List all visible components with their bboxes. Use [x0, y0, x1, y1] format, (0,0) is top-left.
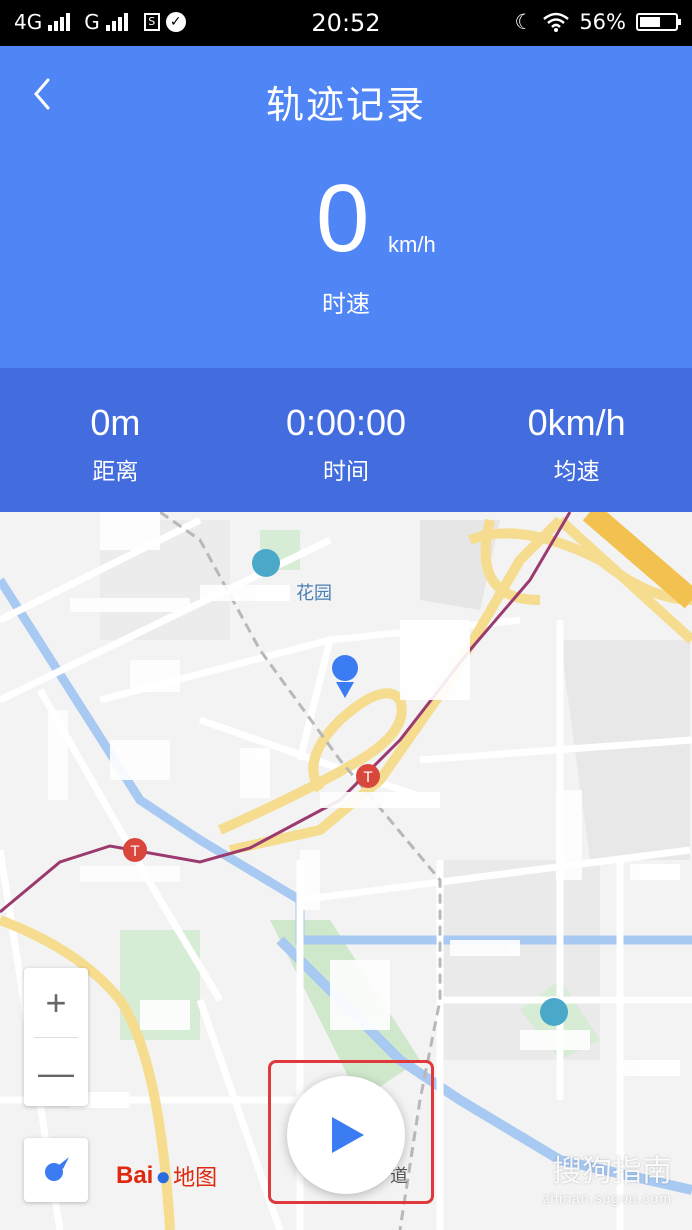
time-value: 0:00:00	[285, 402, 407, 443]
status-bar: 4G G S ✓ 20:52 ☾ 56%	[0, 0, 692, 46]
stat-time: 0:00:00 时间	[231, 368, 462, 512]
speed-unit: km/h	[388, 232, 436, 257]
battery-percent: 56%	[579, 10, 626, 34]
wifi-icon	[543, 12, 570, 32]
zoom-control: + —	[24, 968, 88, 1106]
distance-value: 0m	[90, 402, 141, 443]
stat-average-speed: 0km/h 均速	[461, 368, 692, 512]
watermark-title: 搜狗指南	[552, 1155, 672, 1188]
locate-button[interactable]	[24, 1138, 88, 1202]
moon-icon: ☾	[514, 10, 534, 34]
speed-value: 0	[316, 165, 370, 272]
svg-text:T: T	[363, 770, 373, 786]
time-label: 时间	[323, 458, 369, 484]
baidu-map-logo: Bai ● 地图	[116, 1160, 217, 1192]
header: 轨迹记录 0 km/h 时速	[0, 46, 692, 368]
logo-text: Bai	[116, 1162, 154, 1189]
svg-text:T: T	[130, 844, 140, 860]
distance-label: 距离	[92, 458, 139, 484]
compass-icon	[45, 1157, 69, 1181]
play-button[interactable]	[287, 1076, 405, 1194]
watermark-url: zhinan.sogou.com	[542, 1190, 672, 1206]
average-speed-label: 均速	[553, 458, 600, 484]
watermark: 搜狗指南 zhinan.sogou.com	[542, 1146, 672, 1206]
zoom-out-button[interactable]: —	[24, 1038, 88, 1107]
paw-icon: ●	[155, 1160, 172, 1191]
average-speed-value: 0km/h	[527, 402, 626, 443]
battery-icon	[636, 13, 681, 31]
stats-bar: 0m 距离 0:00:00 时间 0km/h 均速	[0, 368, 692, 512]
play-icon	[332, 1117, 364, 1153]
map-poi-label: 花园	[296, 583, 332, 604]
page-title: 轨迹记录	[265, 85, 426, 127]
logo-suffix: 地图	[173, 1165, 218, 1190]
zoom-in-button[interactable]: +	[24, 968, 88, 1037]
speed-label: 时速	[322, 291, 370, 318]
status-right: ☾ 56%	[514, 10, 681, 34]
stat-distance: 0m 距离	[0, 368, 231, 512]
